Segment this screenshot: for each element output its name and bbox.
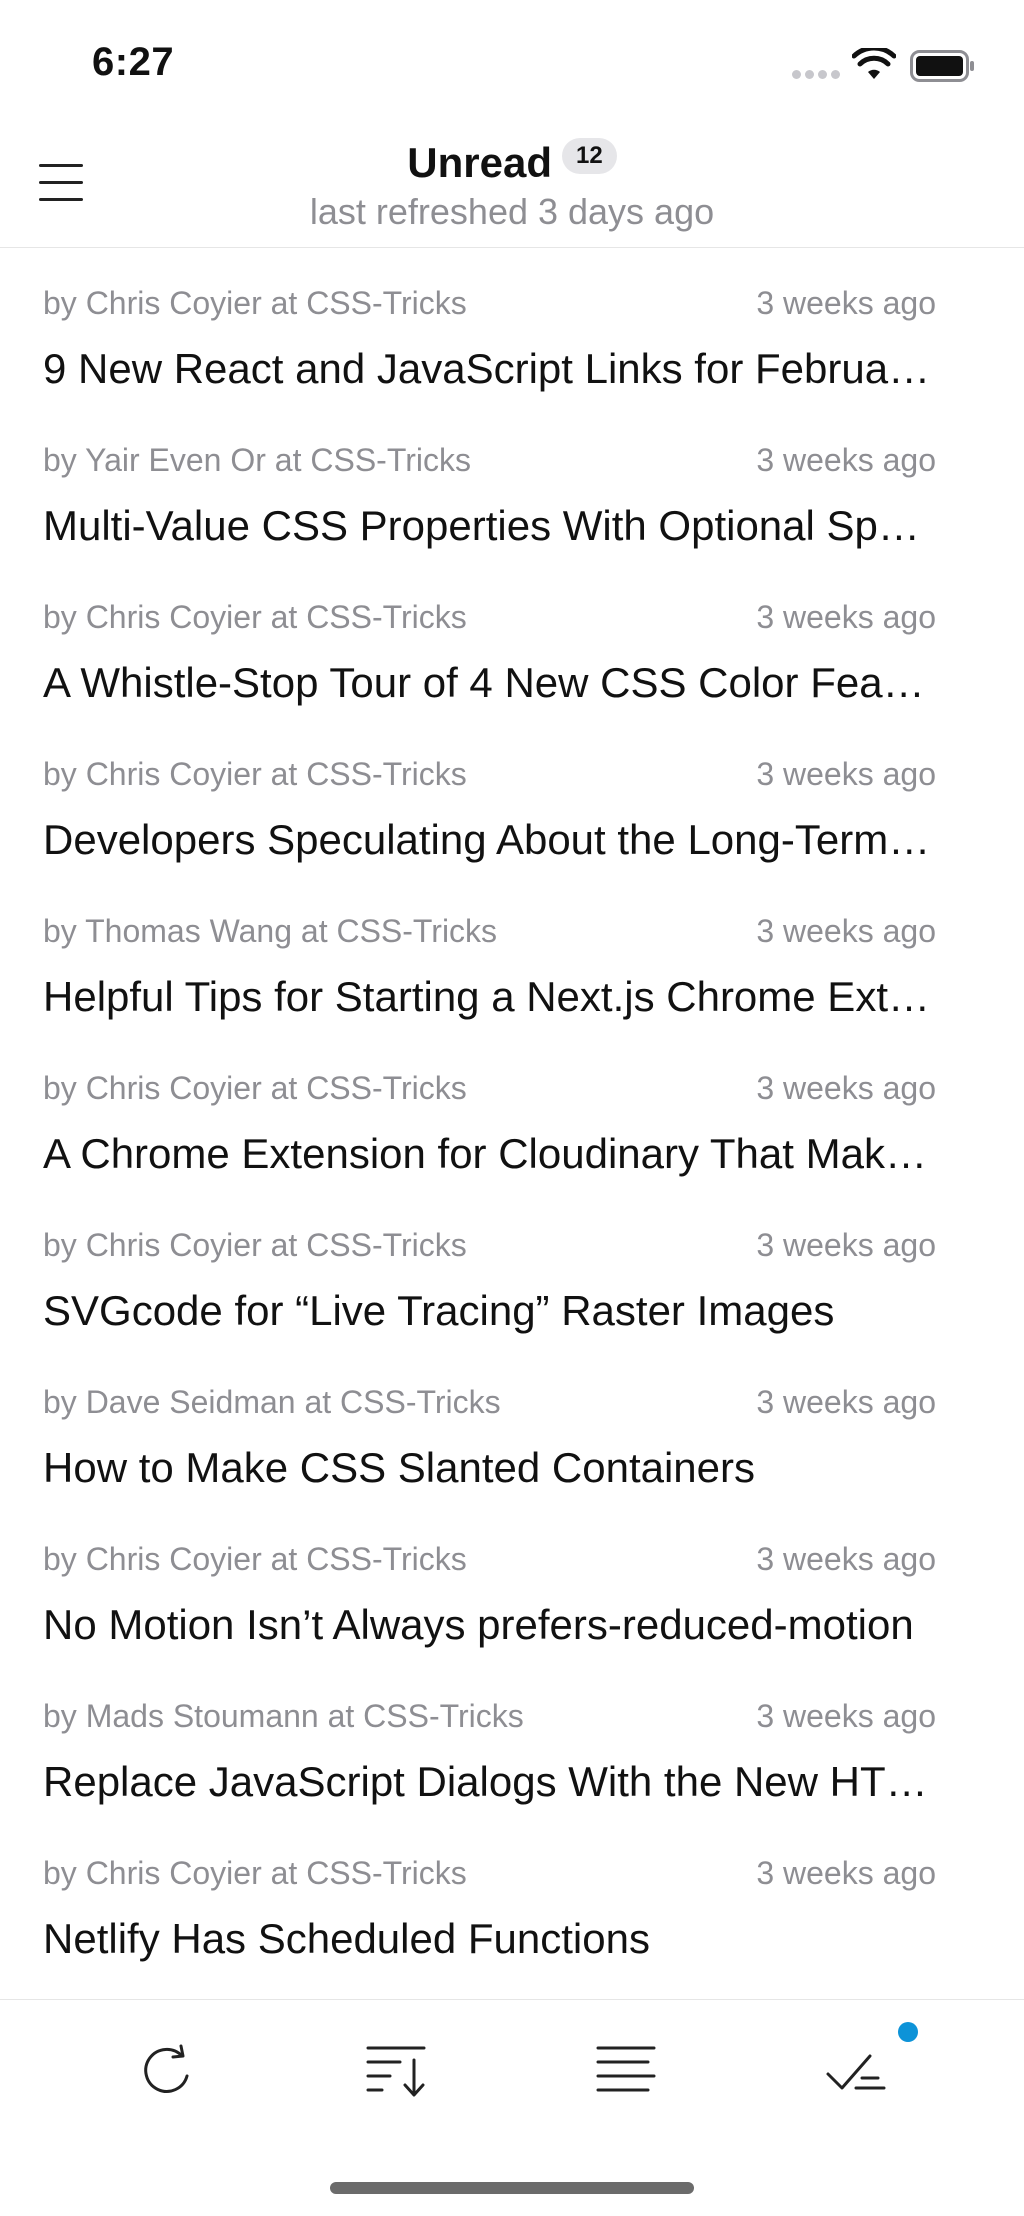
mark-all-read-button[interactable] [816, 2030, 896, 2110]
article-meta: by Yair Even Or at CSS-Tricks 3 weeks ag… [43, 442, 936, 482]
title-area: Unread 12 last refreshed 3 days ago [0, 138, 1024, 234]
article-author: by Chris Coyier at CSS-Tricks [43, 756, 467, 792]
article-item[interactable]: by Thomas Wang at CSS-Tricks 3 weeks ago… [0, 877, 1024, 1034]
article-title: Replace JavaScript Dialogs With the New … [43, 1758, 936, 1805]
battery-icon [910, 50, 974, 82]
article-title: SVGcode for “Live Tracing” Raster Images [43, 1287, 835, 1334]
article-author: by Mads Stoumann at CSS-Tricks [43, 1698, 524, 1734]
last-refreshed-text: last refreshed 3 days ago [309, 191, 715, 233]
refresh-button[interactable] [126, 2030, 206, 2110]
article-meta: by Chris Coyier at CSS-Tricks 3 weeks ag… [43, 756, 936, 796]
article-title: Helpful Tips for Starting a Next.js Chro… [43, 973, 936, 1020]
wifi-icon [852, 48, 896, 79]
article-title: How to Make CSS Slanted Containers [43, 1444, 756, 1491]
article-meta: by Chris Coyier at CSS-Tricks 3 weeks ag… [43, 1855, 936, 1895]
article-item[interactable]: by Chris Coyier at CSS-Tricks 3 weeks ag… [0, 1191, 1024, 1348]
nav-header: Unread 12 last refreshed 3 days ago [0, 120, 1024, 248]
article-author: by Thomas Wang at CSS-Tricks [43, 913, 498, 949]
article-item[interactable]: by Yair Even Or at CSS-Tricks 3 weeks ag… [0, 406, 1024, 563]
article-meta: by Mads Stoumann at CSS-Tricks 3 weeks a… [43, 1698, 936, 1738]
article-item[interactable]: by Chris Coyier at CSS-Tricks 3 weeks ag… [0, 1819, 1024, 1976]
article-author: by Chris Coyier at CSS-Tricks [43, 285, 467, 321]
article-meta: by Thomas Wang at CSS-Tricks 3 weeks ago [43, 913, 936, 953]
article-time: 3 weeks ago [756, 1070, 936, 1106]
article-time: 3 weeks ago [756, 913, 936, 949]
article-author: by Dave Seidman at CSS-Tricks [43, 1384, 501, 1420]
article-title: Developers Speculating About the Long-Te… [43, 816, 936, 863]
article-item[interactable]: by Chris Coyier at CSS-Tricks 3 weeks ag… [0, 1034, 1024, 1191]
article-time: 3 weeks ago [756, 285, 936, 321]
page-title: Unread [407, 139, 552, 186]
article-item[interactable]: by Dave Seidman at CSS-Tricks 3 weeks ag… [0, 1348, 1024, 1505]
article-title: A Whistle-Stop Tour of 4 New CSS Color F… [43, 659, 936, 706]
article-author: by Chris Coyier at CSS-Tricks [43, 1541, 467, 1577]
article-title: No Motion Isn’t Always prefers-reduced-m… [43, 1601, 914, 1648]
article-author: by Chris Coyier at CSS-Tricks [43, 1227, 467, 1263]
article-author: by Chris Coyier at CSS-Tricks [43, 1070, 467, 1106]
article-title: A Chrome Extension for Cloudinary That M… [43, 1130, 936, 1177]
article-title: Netlify Has Scheduled Functions [43, 1915, 650, 1962]
article-title: Multi-Value CSS Properties With Optional… [43, 502, 936, 549]
article-meta: by Chris Coyier at CSS-Tricks 3 weeks ag… [43, 1070, 936, 1110]
status-bar: 6:27 [0, 0, 1024, 120]
article-meta: by Chris Coyier at CSS-Tricks 3 weeks ag… [43, 1227, 936, 1267]
article-item[interactable]: by Mads Stoumann at CSS-Tricks 3 weeks a… [0, 1662, 1024, 1819]
article-time: 3 weeks ago [756, 599, 936, 635]
cellular-signal-icon [792, 70, 840, 79]
status-time: 6:27 [92, 40, 175, 84]
list-icon [596, 2046, 656, 2092]
article-item[interactable]: by Chris Coyier at CSS-Tricks 3 weeks ag… [0, 1505, 1024, 1662]
unread-count-badge: 12 [562, 138, 617, 174]
article-time: 3 weeks ago [756, 1855, 936, 1891]
notification-dot [898, 2022, 918, 2042]
article-time: 3 weeks ago [756, 756, 936, 792]
article-time: 3 weeks ago [756, 1384, 936, 1420]
article-time: 3 weeks ago [756, 1698, 936, 1734]
article-meta: by Chris Coyier at CSS-Tricks 3 weeks ag… [43, 285, 936, 325]
article-time: 3 weeks ago [756, 1227, 936, 1263]
article-author: by Chris Coyier at CSS-Tricks [43, 1855, 467, 1891]
sort-button[interactable] [356, 2030, 436, 2110]
article-list: by Chris Coyier at CSS-Tricks 3 weeks ag… [0, 249, 1024, 1999]
list-button[interactable] [586, 2030, 666, 2110]
refresh-icon [144, 2044, 189, 2093]
article-meta: by Dave Seidman at CSS-Tricks 3 weeks ag… [43, 1384, 936, 1424]
article-item[interactable]: by Chris Coyier at CSS-Tricks 3 weeks ag… [0, 249, 1024, 406]
article-author: by Chris Coyier at CSS-Tricks [43, 599, 467, 635]
article-meta: by Chris Coyier at CSS-Tricks 3 weeks ag… [43, 599, 936, 639]
article-time: 3 weeks ago [756, 1541, 936, 1577]
screen: 6:27 Unread 12 last refreshed 3 days ago… [0, 0, 1024, 2216]
article-time: 3 weeks ago [756, 442, 936, 478]
article-item[interactable]: by Chris Coyier at CSS-Tricks 3 weeks ag… [0, 720, 1024, 877]
mark-read-icon [826, 2054, 886, 2090]
sort-icon [366, 2046, 426, 2097]
article-meta: by Chris Coyier at CSS-Tricks 3 weeks ag… [43, 1541, 936, 1581]
article-item[interactable]: by Chris Coyier at CSS-Tricks 3 weeks ag… [0, 563, 1024, 720]
article-author: by Yair Even Or at CSS-Tricks [43, 442, 471, 478]
article-title: 9 New React and JavaScript Links for Feb… [43, 345, 936, 392]
home-indicator [330, 2182, 694, 2194]
